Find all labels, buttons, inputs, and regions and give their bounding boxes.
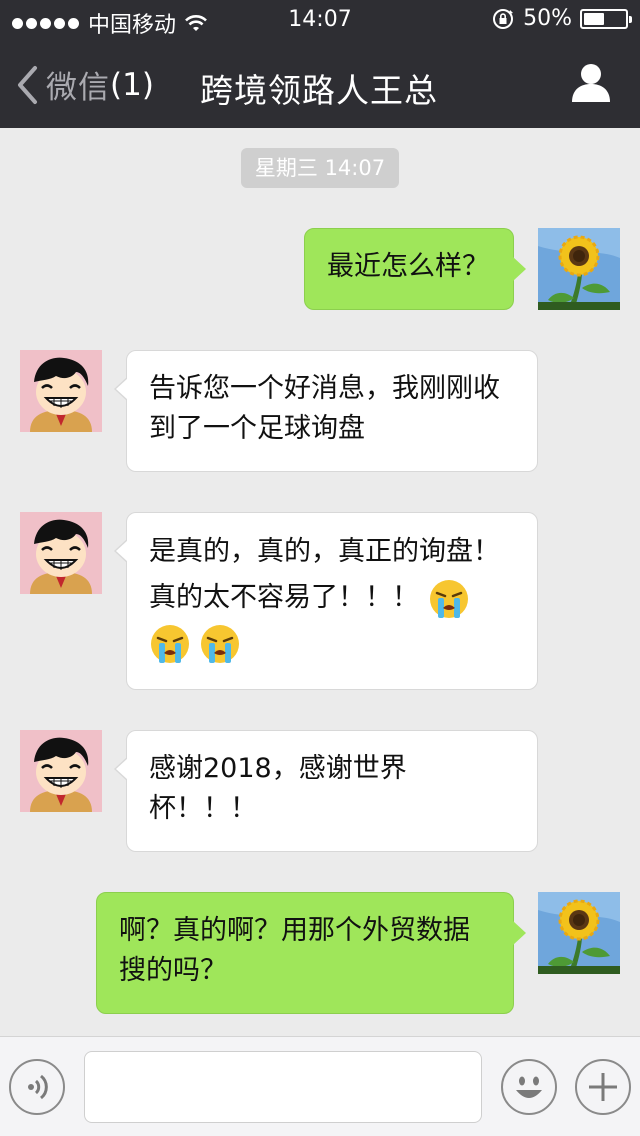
contact-avatar[interactable]	[20, 512, 102, 594]
page-title: 跨境领路人王总	[200, 71, 438, 110]
message-bubble-incoming[interactable]: 感谢2018，感谢世界 杯！！！	[114, 730, 538, 852]
message-line-with-emoji: 真的太不容易了！！！	[149, 575, 515, 621]
message-line: 搜的吗？	[119, 955, 227, 986]
input-bar	[0, 1036, 640, 1136]
chevron-left-icon	[18, 65, 37, 104]
message-list[interactable]: 星期三 14:07 最近怎么样？ 告诉您一个好消息，我刚刚收 到了一个足球询盘 …	[0, 128, 640, 1036]
message-input[interactable]	[84, 1051, 482, 1123]
plus-icon	[589, 1073, 617, 1101]
self-avatar[interactable]	[538, 892, 620, 974]
message-line: 最近怎么样？	[327, 251, 489, 282]
message-line: 是真的，真的，真正的询盘！	[149, 536, 500, 567]
emoji-button[interactable]	[501, 1059, 557, 1115]
status-right: 50%	[491, 6, 632, 31]
crying-face-emoji-icon	[151, 625, 189, 663]
unread-count: (1)	[110, 66, 154, 103]
contact-profile-icon[interactable]	[570, 62, 612, 104]
message-line: 杯！！！	[149, 793, 257, 824]
crying-face-emoji-icon	[201, 625, 239, 663]
chat-screen: 中国移动 14:07 50% 微信 (1) 跨境领路人王总 星期三 14:07 …	[0, 0, 640, 1136]
message-line: 啊？真的啊？用那个外贸数据	[119, 915, 470, 946]
status-bar: 中国移动 14:07 50%	[0, 0, 640, 40]
more-button[interactable]	[575, 1059, 631, 1115]
crying-face-emoji-icon	[429, 579, 468, 618]
contact-avatar[interactable]	[20, 350, 102, 432]
message-bubble-incoming[interactable]: 告诉您一个好消息，我刚刚收 到了一个足球询盘	[114, 350, 538, 472]
message-line: 感谢2018，感谢世界	[149, 753, 407, 784]
voice-icon	[28, 1074, 48, 1100]
battery-icon	[580, 8, 632, 29]
nav-bar: 微信 (1) 跨境领路人王总	[0, 40, 640, 128]
message-line: 到了一个足球询盘	[149, 413, 365, 444]
battery-percent: 50%	[523, 6, 572, 31]
back-button[interactable]: 微信 (1)	[16, 62, 154, 107]
voice-button[interactable]	[9, 1059, 65, 1115]
message-bubble-incoming[interactable]: 是真的，真的，真正的询盘！ 真的太不容易了！！！	[114, 512, 538, 690]
battery-fill	[584, 12, 604, 25]
emoji-icon	[506, 1064, 552, 1110]
message-line: 告诉您一个好消息，我刚刚收	[149, 373, 500, 404]
emoji-row	[149, 623, 515, 665]
back-label: 微信	[46, 70, 110, 106]
message-bubble-outgoing[interactable]: 最近怎么样？	[304, 228, 526, 310]
chat-timestamp: 星期三 14:07	[241, 148, 399, 188]
contact-avatar[interactable]	[20, 730, 102, 812]
rotation-lock-icon	[493, 8, 514, 29]
self-avatar[interactable]	[538, 228, 620, 310]
message-line: 真的太不容易了！！！	[149, 582, 419, 613]
message-bubble-outgoing[interactable]: 啊？真的啊？用那个外贸数据 搜的吗？	[96, 892, 526, 1014]
